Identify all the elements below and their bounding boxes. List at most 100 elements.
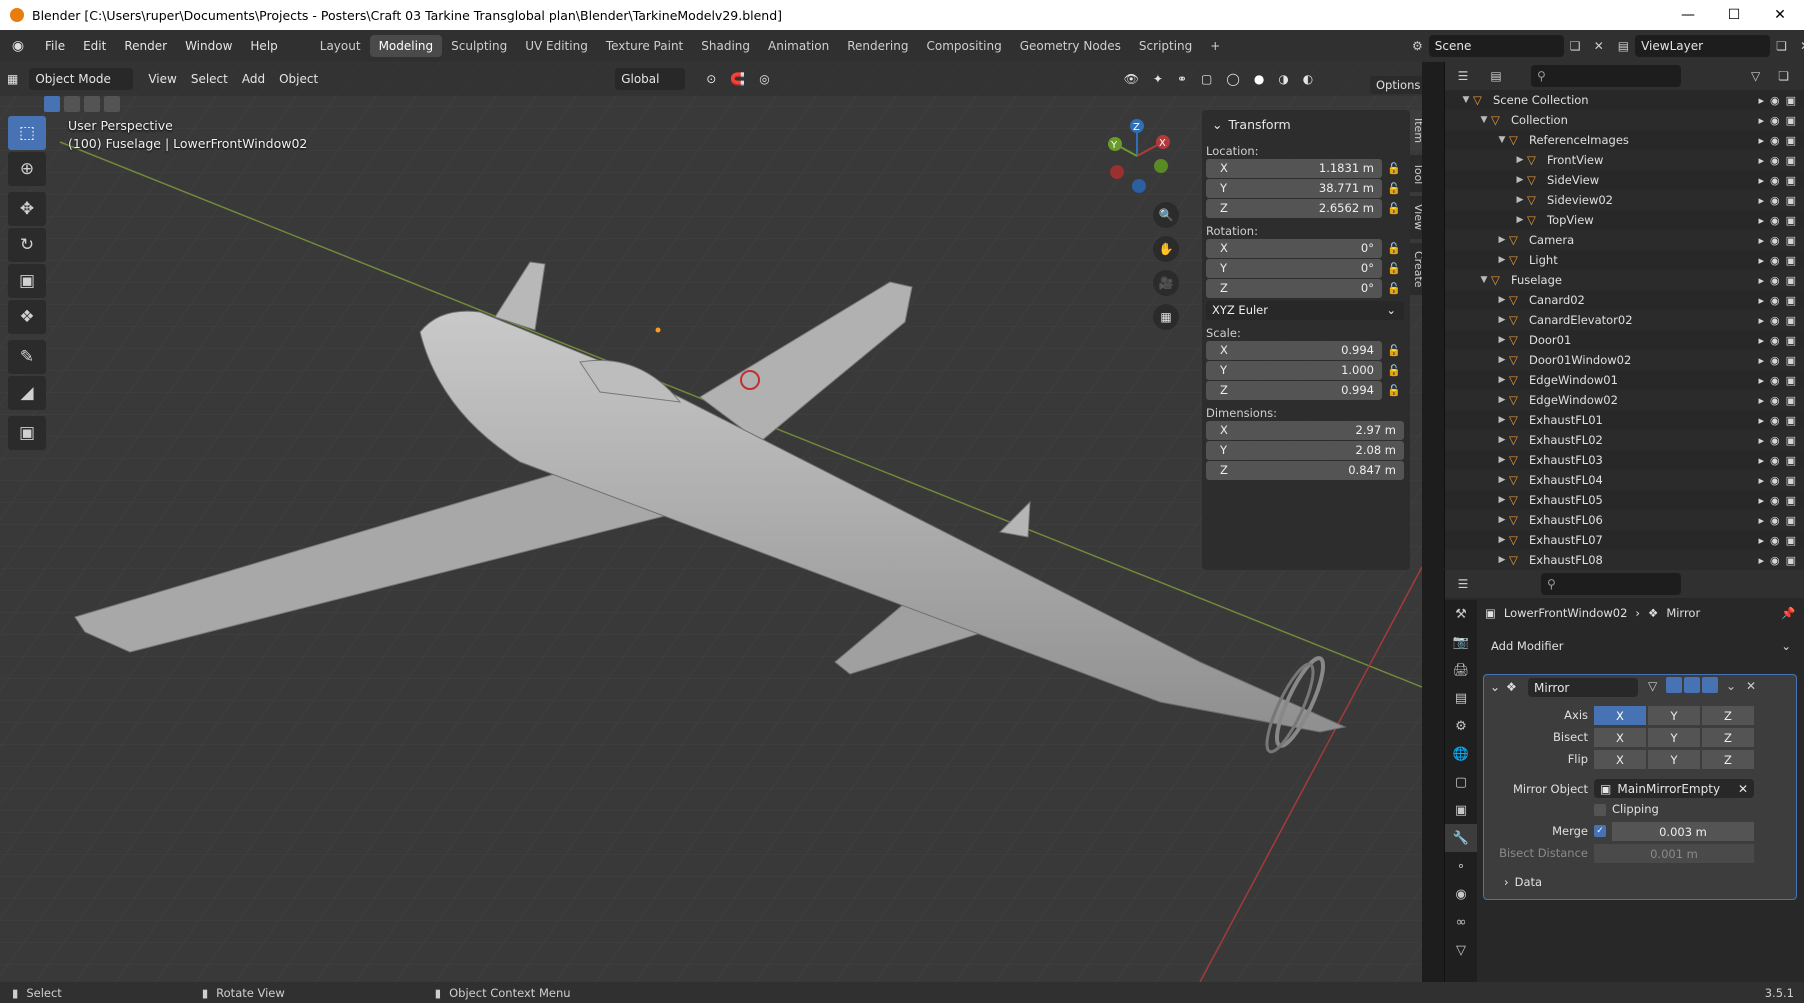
outliner-row[interactable]: ▶ ▽ Camera ▸ ◉ ▣ bbox=[1445, 230, 1804, 250]
toggle-icon[interactable]: ◉ bbox=[1770, 214, 1780, 227]
toggle-icon[interactable]: ◉ bbox=[1770, 374, 1780, 387]
toggle-icon[interactable]: ▣ bbox=[1786, 354, 1796, 367]
3d-viewport[interactable]: ▦ Object Mode View Select Add Object Glo… bbox=[0, 62, 1422, 982]
expand-toggle-icon[interactable]: ▶ bbox=[1495, 555, 1509, 565]
constraints-props-icon[interactable]: ∞ bbox=[1445, 908, 1477, 936]
toggle-icon[interactable]: ◉ bbox=[1770, 554, 1780, 567]
tab-layout[interactable]: Layout bbox=[311, 35, 370, 57]
rotation-x-field[interactable]: X 0° bbox=[1206, 238, 1382, 258]
tab-animation[interactable]: Animation bbox=[759, 35, 838, 57]
toggle-icon[interactable]: ▣ bbox=[1786, 94, 1796, 107]
editor-type-icon[interactable]: ▦ bbox=[0, 69, 25, 89]
expand-toggle-icon[interactable]: ▶ bbox=[1513, 195, 1527, 205]
toggle-icon[interactable]: ▣ bbox=[1786, 194, 1796, 207]
expand-toggle-icon[interactable]: ▶ bbox=[1495, 475, 1509, 485]
visibility-toggles[interactable]: ▸ ◉ ▣ bbox=[1758, 454, 1796, 467]
visibility-toggles[interactable]: ▸ ◉ ▣ bbox=[1758, 274, 1796, 287]
toggle-icon[interactable]: ◉ bbox=[1770, 514, 1780, 527]
add-workspace-icon[interactable]: + bbox=[1201, 35, 1229, 57]
new-scene-icon[interactable]: ❏ bbox=[1570, 39, 1588, 53]
select-invert-icon[interactable] bbox=[104, 96, 120, 112]
outliner-row[interactable]: ▶ ▽ ExhaustFL03 ▸ ◉ ▣ bbox=[1445, 450, 1804, 470]
select-new-icon[interactable] bbox=[44, 96, 60, 112]
expand-toggle-icon[interactable]: ▶ bbox=[1495, 255, 1509, 265]
tab-modeling[interactable]: Modeling bbox=[369, 35, 443, 57]
select-extend-icon[interactable] bbox=[64, 96, 80, 112]
toggle-icon[interactable]: ▣ bbox=[1786, 134, 1796, 147]
toggle-icon[interactable]: ▣ bbox=[1786, 234, 1796, 247]
tab-tool[interactable]: Tool bbox=[1410, 155, 1422, 193]
menu-add[interactable]: Add bbox=[235, 69, 272, 89]
lock-icon[interactable]: 🔓 bbox=[1382, 262, 1406, 275]
tab-texture-paint[interactable]: Texture Paint bbox=[597, 35, 692, 57]
delete-scene-icon[interactable]: ✕ bbox=[1594, 39, 1612, 53]
expand-toggle-icon[interactable]: ▶ bbox=[1495, 295, 1509, 305]
toggle-icon[interactable]: ▸ bbox=[1758, 194, 1764, 207]
toggle-icon[interactable]: ▸ bbox=[1758, 334, 1764, 347]
material-shading-icon[interactable]: ◑ bbox=[1271, 69, 1295, 89]
toggle-icon[interactable]: ▸ bbox=[1758, 234, 1764, 247]
toggle-icon[interactable]: ◉ bbox=[1770, 414, 1780, 427]
outliner-row[interactable]: ▶ ▽ ExhaustFL02 ▸ ◉ ▣ bbox=[1445, 430, 1804, 450]
expand-toggle-icon[interactable]: ▶ bbox=[1495, 375, 1509, 385]
merge-checkbox[interactable]: ✓ bbox=[1594, 825, 1606, 837]
toggle-icon[interactable]: ▣ bbox=[1786, 114, 1796, 127]
lock-icon[interactable]: 🔓 bbox=[1382, 242, 1406, 255]
lock-icon[interactable]: 🔓 bbox=[1382, 162, 1406, 175]
toggle-icon[interactable]: ◉ bbox=[1770, 94, 1780, 107]
toggle-icon[interactable]: ▸ bbox=[1758, 134, 1764, 147]
toggle-icon[interactable]: ◉ bbox=[1770, 334, 1780, 347]
toggle-icon[interactable]: ▸ bbox=[1758, 434, 1764, 447]
maximize-icon[interactable]: ☐ bbox=[1711, 0, 1757, 30]
visibility-toggles[interactable]: ▸ ◉ ▣ bbox=[1758, 294, 1796, 307]
outliner-row[interactable]: ▶ ▽ Light ▸ ◉ ▣ bbox=[1445, 250, 1804, 270]
edit-mode-icon[interactable] bbox=[1666, 677, 1682, 693]
toggle-icon[interactable]: ▸ bbox=[1758, 374, 1764, 387]
visibility-toggles[interactable]: ▸ ◉ ▣ bbox=[1758, 334, 1796, 347]
tool-props-icon[interactable]: ⚒ bbox=[1445, 600, 1477, 628]
expand-toggle-icon[interactable]: ▶ bbox=[1495, 435, 1509, 445]
new-collection-icon[interactable]: ❏ bbox=[1778, 69, 1789, 83]
realtime-icon[interactable] bbox=[1684, 677, 1700, 693]
axis-y-toggle[interactable]: Y bbox=[1648, 706, 1700, 725]
object-props-icon[interactable]: ▣ bbox=[1445, 796, 1477, 824]
add-cube-tool-icon[interactable]: ▣ bbox=[8, 416, 46, 450]
filter-icon[interactable]: ▽ bbox=[1751, 69, 1760, 83]
visibility-toggles[interactable]: ▸ ◉ ▣ bbox=[1758, 114, 1796, 127]
toggle-icon[interactable]: ◉ bbox=[1770, 294, 1780, 307]
expand-toggle-icon[interactable]: ▶ bbox=[1495, 235, 1509, 245]
visibility-toggles[interactable]: ▸ ◉ ▣ bbox=[1758, 534, 1796, 547]
scale-y-field[interactable]: Y 1.000 bbox=[1206, 360, 1382, 380]
toggle-icon[interactable]: ▸ bbox=[1758, 294, 1764, 307]
outliner-row[interactable]: ▼ ▽ Scene Collection ▸ ◉ ▣ bbox=[1445, 90, 1804, 110]
scale-tool-icon[interactable]: ▣ bbox=[8, 264, 46, 298]
visibility-toggles[interactable]: ▸ ◉ ▣ bbox=[1758, 174, 1796, 187]
location-z-field[interactable]: Z 2.6562 m bbox=[1206, 198, 1382, 218]
zoom-icon[interactable]: 🔍 bbox=[1153, 202, 1179, 228]
expand-toggle-icon[interactable]: ▼ bbox=[1495, 135, 1509, 145]
expand-toggle-icon[interactable]: ▶ bbox=[1495, 335, 1509, 345]
display-mode-icon[interactable]: ▤ bbox=[1481, 69, 1511, 83]
visibility-toggles[interactable]: ▸ ◉ ▣ bbox=[1758, 494, 1796, 507]
outliner-row[interactable]: ▶ ▽ Door01 ▸ ◉ ▣ bbox=[1445, 330, 1804, 350]
overlays-icon[interactable]: ⚭ bbox=[1170, 69, 1194, 89]
outliner-row[interactable]: ▼ ▽ ReferenceImages ▸ ◉ ▣ bbox=[1445, 130, 1804, 150]
toggle-icon[interactable]: ▣ bbox=[1786, 474, 1796, 487]
toggle-icon[interactable]: ◉ bbox=[1770, 254, 1780, 267]
outliner-row[interactable]: ▶ ▽ ExhaustFL01 ▸ ◉ ▣ bbox=[1445, 410, 1804, 430]
outliner-row[interactable]: ▶ ▽ ExhaustFL05 ▸ ◉ ▣ bbox=[1445, 490, 1804, 510]
toggle-icon[interactable]: ◉ bbox=[1770, 434, 1780, 447]
lock-icon[interactable]: 🔓 bbox=[1382, 282, 1406, 295]
expand-toggle-icon[interactable]: ▶ bbox=[1495, 315, 1509, 325]
output-props-icon[interactable]: 🖨 bbox=[1445, 656, 1477, 684]
outliner-row[interactable]: ▼ ▽ Fuselage ▸ ◉ ▣ bbox=[1445, 270, 1804, 290]
navigation-gizmo[interactable]: Z X Y bbox=[1095, 116, 1185, 196]
modifier-name-input[interactable]: Mirror bbox=[1528, 678, 1638, 697]
outliner-row[interactable]: ▼ ▽ Collection ▸ ◉ ▣ bbox=[1445, 110, 1804, 130]
flip-z-toggle[interactable]: Z bbox=[1702, 750, 1754, 769]
gizmo-icon[interactable]: ✦ bbox=[1146, 69, 1170, 89]
toggle-icon[interactable]: ◉ bbox=[1770, 474, 1780, 487]
lock-icon[interactable]: 🔓 bbox=[1382, 182, 1406, 195]
expand-toggle-icon[interactable]: ▶ bbox=[1495, 495, 1509, 505]
location-x-field[interactable]: X 1.1831 m bbox=[1206, 158, 1382, 178]
